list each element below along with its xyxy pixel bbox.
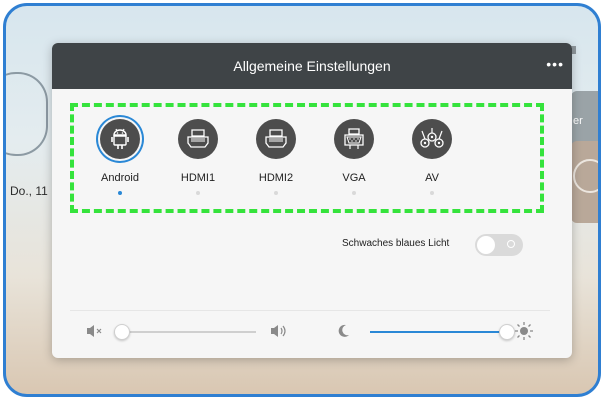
android-icon	[100, 119, 140, 159]
blue-light-label: Schwaches blaues Licht	[342, 238, 450, 249]
hdmi-icon	[256, 119, 296, 159]
background-date: Do., 11	[10, 184, 48, 198]
blue-light-toggle[interactable]	[475, 234, 523, 256]
background-card-right-bottom	[571, 141, 598, 223]
general-settings-dialog: Allgemeine Einstellungen ••• Android HDM…	[52, 43, 572, 358]
volume-max-icon[interactable]	[270, 323, 290, 344]
source-label: HDMI1	[180, 172, 216, 184]
volume-mute-icon[interactable]	[86, 323, 104, 344]
brightness-high-icon[interactable]	[514, 321, 534, 346]
volume-slider-track[interactable]	[114, 331, 256, 333]
vga-icon	[334, 119, 374, 159]
source-hdmi1[interactable]: HDMI1	[168, 119, 228, 195]
background-clock-digit	[6, 72, 48, 156]
brightness-low-icon[interactable]	[335, 323, 351, 344]
source-indicator-dot	[274, 191, 278, 195]
background-ring-icon	[573, 159, 598, 193]
source-av[interactable]: AV	[402, 119, 462, 195]
divider	[70, 310, 550, 311]
source-label: HDMI2	[258, 172, 294, 184]
source-indicator-dot	[352, 191, 356, 195]
av-icon	[412, 119, 452, 159]
volume-slider-thumb[interactable]	[114, 324, 130, 340]
source-label: VGA	[342, 172, 366, 184]
source-indicator-dot	[430, 191, 434, 195]
brightness-slider-track[interactable]	[370, 331, 506, 333]
source-indicator-dot	[118, 191, 122, 195]
source-indicator-dot	[196, 191, 200, 195]
more-options-icon[interactable]: •••	[546, 56, 564, 72]
source-label: AV	[425, 172, 439, 184]
toggle-knob	[477, 236, 495, 254]
source-label: Android	[101, 172, 139, 184]
dialog-titlebar: Allgemeine Einstellungen •••	[52, 43, 572, 89]
source-android[interactable]: Android	[90, 119, 150, 195]
dialog-title: Allgemeine Einstellungen	[233, 58, 391, 74]
source-vga[interactable]: VGA	[324, 119, 384, 195]
input-source-selector: Android HDMI1 HDMI2 VGA AV	[70, 103, 544, 213]
hdmi-icon	[178, 119, 218, 159]
toggle-off-indicator	[507, 240, 515, 248]
background-card-text: er	[573, 115, 583, 127]
source-hdmi2[interactable]: HDMI2	[246, 119, 306, 195]
brightness-slider-thumb[interactable]	[499, 324, 515, 340]
